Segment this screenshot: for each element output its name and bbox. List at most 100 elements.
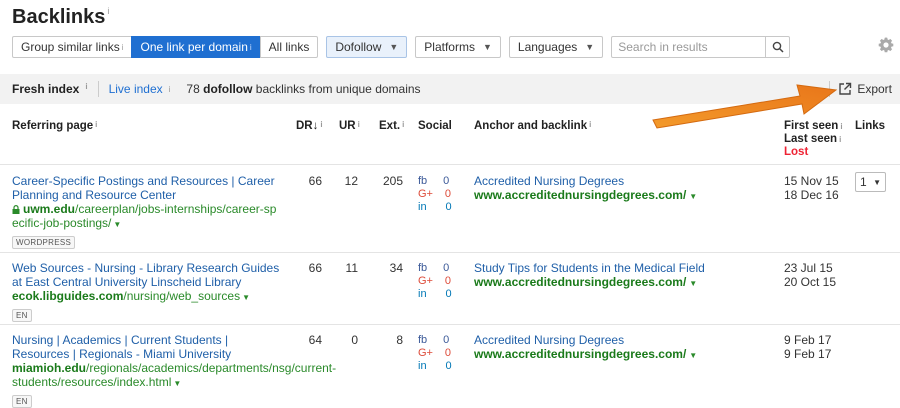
- table-row: Web Sources - Nursing - Library Research…: [12, 261, 287, 322]
- table-row: Nursing | Academics | Current Students |…: [12, 333, 336, 408]
- referring-page-title-link[interactable]: Career-Specific Postings and Resources |…: [12, 174, 282, 202]
- backlink-url[interactable]: www.accreditednursingdegrees.com/▼: [474, 347, 774, 363]
- social-counts: fb 0 G+ 0 in 0: [418, 175, 452, 214]
- search-input[interactable]: [611, 36, 767, 58]
- facebook-count: 0: [443, 175, 450, 187]
- linkedin-count: 0: [445, 360, 452, 372]
- referring-page-url[interactable]: ecok.libguides.com/nursing/web_sources ▼: [12, 289, 287, 305]
- seen-dates: 15 Nov 15 18 Dec 16: [784, 174, 839, 202]
- anchor-text-link[interactable]: Study Tips for Students in the Medical F…: [474, 261, 774, 275]
- info-icon: i: [249, 42, 252, 52]
- index-bar: Fresh index i Live index i 78 dofollow bac…: [0, 74, 900, 104]
- platform-tag: WORDPRESS: [12, 236, 76, 249]
- backlink-url[interactable]: www.accreditednursingdegrees.com/▼: [474, 275, 774, 291]
- chevron-down-icon[interactable]: ▼: [689, 279, 697, 288]
- linkedin-label: in: [418, 201, 427, 213]
- linkedin-label: in: [418, 360, 427, 372]
- dofollow-dropdown[interactable]: Dofollow ▼: [326, 36, 408, 58]
- ur-value: 0: [351, 333, 358, 347]
- ext-value: 34: [389, 261, 403, 275]
- googleplus-count: 0: [444, 188, 451, 200]
- group-similar-links-button[interactable]: Group similar links i: [12, 36, 133, 58]
- live-index-link[interactable]: Live index: [109, 82, 163, 96]
- chevron-down-icon: ▼: [482, 42, 492, 52]
- facebook-label: fb: [418, 262, 428, 274]
- language-tag: EN: [12, 309, 32, 322]
- first-seen-label: First seen i: [784, 120, 843, 132]
- filter-toolbar: Group similar links i One link per domain…: [12, 36, 791, 58]
- referring-page-title-link[interactable]: Nursing | Academics | Current Students |…: [12, 333, 287, 361]
- social-counts: fb 0 G+ 0 in 0: [418, 334, 452, 373]
- chevron-down-icon: ▼: [873, 177, 881, 187]
- facebook-label: fb: [418, 175, 428, 187]
- referring-page-url[interactable]: uwm.edu/careerplan/jobs-internships/care…: [12, 202, 282, 232]
- info-icon: i: [589, 120, 592, 129]
- googleplus-label: G+: [418, 275, 433, 287]
- seen-dates: 9 Feb 17 9 Feb 17: [784, 333, 831, 361]
- divider: [0, 252, 900, 253]
- facebook-count: 0: [443, 334, 450, 346]
- fresh-index-tab[interactable]: Fresh index i: [12, 82, 88, 96]
- search-icon: [772, 41, 784, 53]
- col-header-referring-page[interactable]: Referring page i: [12, 120, 97, 132]
- table-row: Career-Specific Postings and Resources |…: [12, 174, 282, 249]
- info-icon: i: [840, 122, 843, 131]
- linkedin-label: in: [418, 288, 427, 300]
- referring-page-url[interactable]: miamioh.edu/regionals/academics/departme…: [12, 361, 336, 391]
- gear-icon[interactable]: [878, 37, 894, 53]
- info-icon: i: [320, 120, 323, 129]
- chevron-down-icon[interactable]: ▼: [173, 379, 181, 388]
- backlink-count: 78 dofollow backlinks from unique domain…: [186, 82, 421, 96]
- links-dropdown[interactable]: 1 ▼: [855, 172, 886, 192]
- info-icon[interactable]: i: [107, 6, 109, 16]
- facebook-count: 0: [443, 262, 450, 274]
- last-seen-date: 9 Feb 17: [784, 347, 832, 361]
- chevron-down-icon: ▼: [585, 42, 595, 52]
- first-seen-date: 9 Feb 17: [784, 333, 832, 347]
- facebook-label: fb: [418, 334, 428, 346]
- lock-icon: [12, 205, 20, 214]
- last-seen-date: 18 Dec 16: [784, 188, 839, 202]
- col-header-anchor[interactable]: Anchor and backlink i: [474, 120, 591, 132]
- anchor-text-link[interactable]: Accredited Nursing Degrees: [474, 174, 774, 188]
- chevron-down-icon[interactable]: ▼: [689, 192, 697, 201]
- chevron-down-icon[interactable]: ▼: [242, 293, 250, 302]
- search-box: [611, 36, 791, 58]
- export-button[interactable]: Export: [838, 74, 892, 104]
- referring-page-title-link[interactable]: Web Sources - Nursing - Library Research…: [12, 261, 287, 289]
- search-button[interactable]: [766, 36, 791, 58]
- anchor-text-link[interactable]: Accredited Nursing Degrees: [474, 333, 774, 347]
- info-icon: i: [168, 84, 171, 94]
- info-icon: i: [839, 135, 842, 144]
- info-icon: i: [121, 42, 124, 52]
- chevron-down-icon[interactable]: ▼: [689, 351, 697, 360]
- platforms-dropdown[interactable]: Platforms ▼: [415, 36, 501, 58]
- col-header-dates[interactable]: First seen i Last seen i Lost: [784, 120, 843, 159]
- anchor-backlink: Accredited Nursing Degrees www.accredite…: [474, 333, 774, 363]
- info-icon: i: [85, 82, 88, 91]
- lost-label: Lost: [784, 146, 809, 158]
- sort-down-icon: ↓: [312, 120, 319, 132]
- chevron-down-icon[interactable]: ▼: [113, 220, 121, 229]
- divider: [0, 324, 900, 325]
- one-link-per-domain-button[interactable]: One link per domain i: [131, 36, 261, 58]
- col-header-ur[interactable]: UR i: [339, 120, 360, 132]
- link-grouping-segmented-control: Group similar links i One link per domain…: [12, 36, 319, 58]
- col-header-links: Links: [855, 120, 886, 132]
- languages-dropdown[interactable]: Languages ▼: [508, 36, 604, 58]
- googleplus-label: G+: [418, 347, 433, 359]
- dr-value: 64: [308, 333, 322, 347]
- page-title: Backlinks i: [12, 6, 110, 28]
- info-icon: i: [357, 120, 360, 129]
- ext-value: 205: [382, 174, 403, 188]
- last-seen-date: 20 Oct 15: [784, 275, 837, 289]
- col-header-ext[interactable]: Ext. i: [379, 120, 404, 132]
- backlink-url[interactable]: www.accreditednursingdegrees.com/▼: [474, 188, 774, 204]
- divider: [829, 81, 830, 97]
- divider: [0, 164, 900, 165]
- anchor-backlink: Study Tips for Students in the Medical F…: [474, 261, 774, 291]
- col-header-dr[interactable]: DR↓ i: [296, 120, 323, 132]
- language-tag: EN: [12, 395, 32, 408]
- all-links-button[interactable]: All links: [259, 36, 319, 58]
- ur-value: 12: [344, 174, 358, 188]
